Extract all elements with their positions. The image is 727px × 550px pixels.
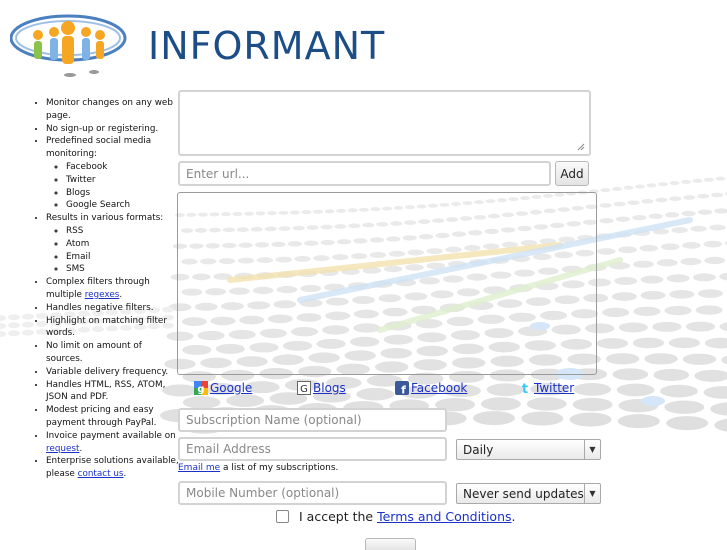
feature-link[interactable]: contact us — [78, 469, 124, 479]
svg-text:f: f — [401, 384, 406, 396]
terms-acceptance: I accept the Terms and Conditions. — [276, 509, 516, 524]
blogger-icon: G — [297, 381, 311, 395]
terms-checkbox[interactable] — [276, 510, 289, 523]
add-button[interactable]: Add — [555, 161, 589, 186]
feature-item: Complex filters through multiple regexes… — [46, 276, 180, 302]
logo-people-icon — [10, 8, 130, 80]
svg-text:t: t — [522, 382, 528, 395]
email-input[interactable]: Email Address — [178, 437, 447, 461]
url-input-placeholder: Enter url... — [186, 167, 249, 181]
preview-panel — [177, 192, 597, 375]
feature-subitem: Twitter — [66, 174, 180, 187]
sms-frequency-select[interactable]: Never send updates ▼ — [456, 483, 601, 504]
feature-subitem: Email — [66, 251, 180, 264]
email-frequency-value: Daily — [463, 443, 493, 457]
twitter-icon: t — [518, 381, 532, 395]
feature-subitem: Google Search — [66, 199, 180, 212]
feature-item: Predefined social media monitoring:Faceb… — [46, 135, 180, 212]
facebook-icon: f — [395, 381, 409, 395]
submit-button[interactable] — [365, 538, 416, 550]
subscription-name-input[interactable]: Subscription Name (optional) — [178, 408, 447, 432]
feature-subitem: Blogs — [66, 187, 180, 200]
feature-item: No sign-up or registering. — [46, 123, 180, 136]
url-input[interactable]: Enter url... — [178, 161, 551, 186]
terms-suffix: . — [512, 509, 516, 524]
feature-link[interactable]: request — [46, 444, 79, 454]
svg-text:g: g — [197, 384, 204, 395]
google-link[interactable]: g Google — [194, 381, 252, 395]
mobile-number-input[interactable]: Mobile Number (optional) — [178, 481, 447, 505]
feature-item: Variable delivery frequency. — [46, 366, 180, 379]
feature-item: Monitor changes on any web page. — [46, 97, 180, 123]
feature-item: Handles HTML, RSS, ATOM, JSON and PDF. — [46, 379, 180, 405]
svg-text:G: G — [300, 384, 308, 395]
feature-list: Monitor changes on any web page.No sign-… — [30, 97, 180, 481]
feature-item: Handles negative filters. — [46, 302, 180, 315]
dropdown-arrow-icon[interactable]: ▼ — [584, 484, 600, 503]
feature-subitem: RSS — [66, 225, 180, 238]
feature-item: No limit on amount of sources. — [46, 340, 180, 366]
dropdown-arrow-icon[interactable]: ▼ — [584, 440, 600, 459]
feature-item: Results in various formats:RSSAtomEmailS… — [46, 212, 180, 276]
twitter-link[interactable]: t Twitter — [518, 381, 574, 395]
feature-subitem: SMS — [66, 263, 180, 276]
feature-item: Enterprise solutions available, please c… — [46, 455, 180, 481]
email-subscriptions-note: Email me a list of my subscriptions. — [178, 463, 338, 473]
blogs-link[interactable]: G Blogs — [297, 381, 346, 395]
feature-item: Modest pricing and easy payment through … — [46, 404, 180, 430]
url-list-textarea[interactable] — [178, 90, 591, 156]
terms-prefix: I accept the — [299, 509, 373, 524]
terms-link[interactable]: Terms and Conditions — [377, 509, 511, 524]
subscription-name-placeholder: Subscription Name (optional) — [186, 413, 362, 427]
google-icon: g — [194, 381, 208, 395]
email-note-text: a list of my subscriptions. — [220, 463, 338, 473]
feature-link[interactable]: regexes — [85, 290, 120, 300]
mobile-placeholder: Mobile Number (optional) — [186, 486, 339, 500]
brand-title: INFORMANT — [148, 24, 385, 68]
feature-item: Highlight on matching filter words. — [46, 315, 180, 341]
sms-frequency-value: Never send updates — [463, 487, 584, 501]
email-me-link[interactable]: Email me — [178, 463, 220, 473]
feature-item: Invoice payment available on request. — [46, 430, 180, 456]
feature-subitem: Atom — [66, 238, 180, 251]
feature-subitem: Facebook — [66, 161, 180, 174]
facebook-link[interactable]: f Facebook — [395, 381, 467, 395]
email-frequency-select[interactable]: Daily ▼ — [456, 439, 601, 460]
resize-grip-icon[interactable] — [577, 143, 585, 151]
email-placeholder: Email Address — [186, 442, 271, 456]
